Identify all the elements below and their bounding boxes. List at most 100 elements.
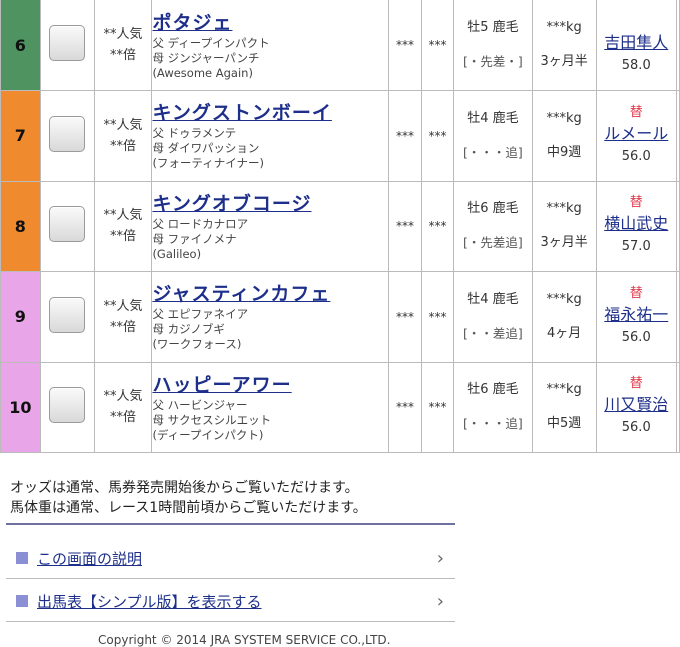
odds-cell: *** [388,180,422,272]
jockey-change-badge: 替 [629,285,643,301]
jockey-link[interactable]: 吉田隼人 [597,31,676,55]
odds-value: *** [428,219,447,234]
simple-view-link[interactable]: 出馬表【シンプル版】を表示する › [16,589,456,613]
horse-info-cell: 牡5 鹿毛 [・先差・] [453,0,533,91]
edge-cell [675,271,680,363]
horse-info-cell: 牡4 鹿毛 [・・・追] [453,90,533,182]
jockey-link[interactable]: 横山武史 [597,212,676,236]
sire: 父 エピファネイア [152,307,249,322]
select-cell [39,271,95,363]
odds-value: *** [396,400,415,415]
sex-age-color: 牡4 鹿毛 [467,110,519,126]
entry-row: 7 **人気 **倍 キングストンボーイ父 ドゥラメンテ母 ダイワパッション (フォーテ… [0,90,680,182]
sex-age-color: 牡4 鹿毛 [467,291,519,307]
explain-link-label[interactable]: この画面の説明 [37,548,142,569]
square-bullet-icon [16,595,28,607]
notes: オッズは通常、馬券発売開始後からご覧いただけます。 馬体重は通常、レース1時間前… [10,478,367,518]
dam: 母 ダイワパッション [152,141,260,156]
select-checkbox[interactable] [49,387,86,424]
explain-link[interactable]: この画面の説明 › [16,546,456,570]
popularity-cell: **人気 **倍 [93,180,153,272]
entry-row: 8 **人気 **倍 キングオブコージ父 ロードカナロア母 ファイノメナ (Galile… [0,180,680,272]
body-weight: ***kg [546,291,582,307]
select-checkbox[interactable] [49,25,86,61]
broodmare-sire: (ディープインパクト) [152,427,264,442]
divider [6,523,455,525]
popularity: **人気 [103,27,143,42]
jockey-cell: 替川又賢治 56.0 [595,361,677,453]
horse-number: 9 [14,307,26,327]
weight-cell: ***kg 中5週 [531,361,597,453]
horse-number-cell: 9 [0,271,41,363]
horse-number-cell: 8 [0,180,41,272]
select-cell [39,180,95,272]
edge-cell [675,180,680,272]
jockey-link[interactable]: 福永祐一 [597,303,676,327]
jockey-link[interactable]: 川又賢治 [597,393,676,417]
odds-cell: *** [420,271,455,363]
sex-age-color: 牡6 鹿毛 [467,201,519,217]
edge-cell [675,361,680,453]
simple-view-link-label[interactable]: 出馬表【シンプル版】を表示する [37,591,262,612]
jockey-change-badge: 替 [629,376,643,392]
horse-cell: ハッピーアワー父 ハービンジャー母 サクセスシルエット (ディープインパクト) [151,361,390,453]
odds-value: *** [428,400,447,415]
popularity: **人気 [103,389,143,405]
horse-name-link[interactable]: ジャスティンカフェ [152,281,388,307]
horse-number-cell: 6 [0,0,41,91]
horse-cell: ポタジェ父 ディープインパクト母 ジンジャーパンチ (Awesome Again) [151,0,390,91]
jockey-weight: 57.0 [621,239,651,255]
odds-value: *** [396,219,415,234]
jockey-weight: 56.0 [621,420,651,436]
body-weight: ***kg [546,20,582,35]
horse-name-link[interactable]: キングストンボーイ [152,100,388,126]
race-interval: 中9週 [546,144,582,160]
dam: 母 サクセスシルエット [152,412,272,427]
odds-multiplier: **倍 [109,48,136,63]
odds-value: *** [396,309,415,324]
odds-cell: *** [388,271,422,363]
horse-cell: ジャスティンカフェ父 エピファネイア母 カジノブギ (ワークフォース) [151,271,390,363]
broodmare-sire: (Galileo) [152,246,202,261]
odds-cell: *** [388,361,422,453]
odds-value: *** [428,128,447,143]
horse-cell: キングストンボーイ父 ドゥラメンテ母 ダイワパッション (フォーティナイナー) [151,90,390,182]
running-style: [・・・追] [463,416,523,432]
jockey-weight: 56.0 [621,148,651,164]
popularity-cell: **人気 **倍 [93,90,153,182]
jockey-cell: 替ルメール 56.0 [595,90,677,182]
weight-cell: ***kg 中9週 [531,90,597,182]
race-interval: 4ヶ月 [546,325,582,341]
broodmare-sire: (ワークフォース) [152,337,242,352]
horse-info-cell: 牡6 鹿毛 [・・・追] [453,361,533,453]
jockey-cell: 替福永祐一 56.0 [595,271,677,363]
weight-cell: ***kg 4ヶ月 [531,271,597,363]
horse-name-link[interactable]: ポタジェ [152,10,388,36]
horse-name-link[interactable]: キングオブコージ [152,191,388,217]
sex-age-color: 牡5 鹿毛 [467,20,519,35]
popularity-cell: **人気 **倍 [93,0,153,91]
sex-age-color: 牡6 鹿毛 [467,382,519,398]
entry-row: 9 **人気 **倍 ジャスティンカフェ父 エピファネイア母 カジノブギ (ワークフォー… [0,271,680,363]
jockey-cell: 吉田隼人 58.0 [595,0,677,91]
select-checkbox[interactable] [49,206,86,243]
popularity-cell: **人気 **倍 [93,271,153,363]
race-interval: 3ヶ月半 [540,54,588,69]
horse-number-cell: 10 [0,361,41,453]
sire: 父 ディープインパクト [152,35,270,50]
select-checkbox[interactable] [49,296,86,333]
select-cell [39,90,95,182]
jockey-link[interactable]: ルメール [597,122,676,146]
odds-cell: *** [388,90,422,182]
odds-note: オッズは通常、馬券発売開始後からご覧いただけます。 [10,480,359,496]
odds-multiplier: **倍 [109,229,136,245]
jockey-change-badge: 替 [629,195,643,211]
dam: 母 ジンジャーパンチ [152,50,260,65]
weight-cell: ***kg 3ヶ月半 [531,180,597,272]
select-cell [39,0,95,91]
odds-cell: *** [388,0,422,91]
popularity: **人気 [103,208,143,224]
horse-number: 6 [14,35,26,55]
select-checkbox[interactable] [49,115,86,152]
horse-name-link[interactable]: ハッピーアワー [152,372,388,398]
